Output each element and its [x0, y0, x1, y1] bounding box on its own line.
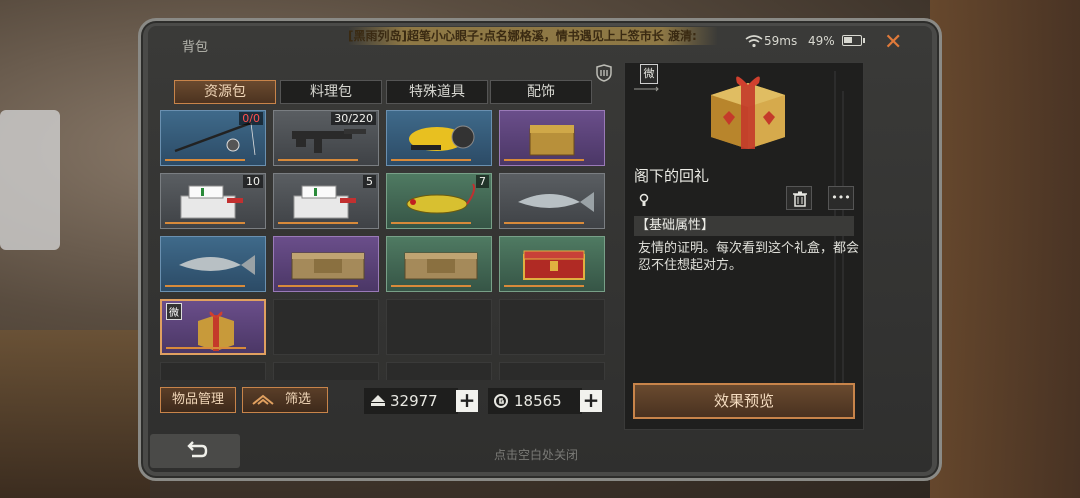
durability-bar	[391, 159, 471, 161]
add-gold-button[interactable]: +	[580, 390, 602, 412]
durability-bar	[165, 222, 245, 224]
inventory-slot-fish[interactable]	[499, 173, 605, 229]
tab-food-pack[interactable]: 料理包	[280, 80, 382, 104]
inventory-slot-empty[interactable]	[499, 299, 605, 355]
durability-bar	[504, 285, 584, 287]
background-shape	[0, 110, 60, 250]
inventory-slot-empty[interactable]	[499, 362, 605, 380]
item-name: 阁下的回礼	[634, 167, 710, 185]
wifi-icon	[745, 35, 763, 48]
inventory-slot-supply-crate[interactable]	[386, 236, 492, 292]
close-hint: 点击空白处关闭	[494, 448, 579, 462]
durability-bar	[504, 159, 584, 161]
supply-crate-icon	[404, 252, 478, 280]
inventory-slot-fishing-rod[interactable]: 0/0	[160, 110, 266, 166]
durability-bar	[278, 222, 358, 224]
bind-status-icon	[639, 193, 649, 206]
ping-text: 59ms	[764, 34, 798, 48]
delete-button[interactable]	[786, 186, 812, 210]
filter-icon	[252, 394, 274, 405]
back-button[interactable]	[150, 434, 240, 468]
inventory-slot-empty[interactable]	[273, 362, 379, 380]
inventory-slot-medical-kit[interactable]: 5	[273, 173, 379, 229]
inventory-slot-underwater-scooter[interactable]	[386, 110, 492, 166]
close-icon[interactable]: ✕	[884, 30, 902, 55]
durability-bar	[391, 222, 471, 224]
durability-bar	[165, 159, 245, 161]
basic-attributes-header: 【基础属性】	[634, 216, 854, 236]
tab-special-items[interactable]: 特殊道具	[386, 80, 488, 104]
inventory-slot-empty[interactable]	[273, 299, 379, 355]
add-coins-button[interactable]: +	[456, 390, 478, 412]
panel-title: 背包	[182, 40, 209, 55]
tab-accessories[interactable]: 配饰	[490, 80, 592, 104]
inventory-slot-fish[interactable]	[160, 236, 266, 292]
fish-icon	[179, 255, 255, 275]
battery-percent: 49%	[808, 34, 835, 48]
inventory-slot-fishing-lure[interactable]: 7	[386, 173, 492, 229]
coin-stack-icon	[371, 395, 385, 406]
underwater-scooter-icon	[409, 125, 475, 151]
fishing-lure-icon	[406, 183, 476, 214]
supply-crate-icon	[291, 252, 365, 280]
trash-icon	[793, 191, 807, 207]
fish-icon	[518, 192, 594, 212]
back-arrow-icon	[187, 441, 208, 458]
marquee-announcement: [黑雨列岛]超笔小心眼子:点名娜格溪，情书遇见上上签市长 渡清:	[348, 27, 718, 45]
gift-box-icon	[711, 76, 785, 149]
item-count: 30/220	[331, 112, 376, 125]
arrow-marker	[634, 86, 659, 92]
durability-bar	[278, 159, 358, 161]
quality-badge: 微	[166, 303, 182, 320]
inventory-slot-empty[interactable]	[160, 362, 266, 380]
inventory-grid: 0/0 30/220 10 5 7 微	[160, 110, 606, 380]
currency-gold: 18565	[488, 388, 582, 414]
background-shape	[930, 0, 1080, 498]
currency-coins: 32977	[364, 388, 458, 414]
gold-coin-icon	[494, 394, 508, 408]
item-count: 5	[363, 175, 376, 188]
inventory-slot-medical-kit[interactable]: 10	[160, 173, 266, 229]
medical-kit-icon	[293, 185, 356, 219]
durability-bar	[391, 285, 471, 287]
filter-label: 筛选	[285, 392, 312, 407]
durability-bar	[504, 222, 584, 224]
battery-fill	[844, 37, 852, 43]
manage-items-button[interactable]: 物品管理	[160, 387, 236, 413]
inventory-slot-empty[interactable]	[386, 299, 492, 355]
shield-icon[interactable]	[596, 64, 612, 82]
tab-resource-pack[interactable]: 资源包	[174, 80, 276, 104]
inventory-slot-treasure-chest[interactable]	[499, 110, 605, 166]
more-options-button[interactable]: •••	[828, 186, 854, 210]
currency-gold-value: 18565	[514, 392, 562, 410]
inventory-slot-rifle[interactable]: 30/220	[273, 110, 379, 166]
inventory-slot-empty[interactable]	[386, 362, 492, 380]
background-shape	[0, 330, 150, 498]
quality-badge: 微	[640, 64, 658, 84]
item-count: 0/0	[239, 112, 263, 125]
gift-box-icon	[198, 311, 234, 351]
item-count: 7	[476, 175, 489, 188]
effect-preview-button[interactable]: 效果预览	[633, 383, 855, 419]
battery-icon	[842, 35, 865, 46]
currency-coins-value: 32977	[390, 392, 438, 410]
item-count: 10	[243, 175, 263, 188]
red-chest-icon	[523, 250, 585, 280]
inventory-slot-supply-crate[interactable]	[273, 236, 379, 292]
durability-bar	[278, 285, 358, 287]
durability-bar	[166, 347, 246, 349]
item-description: 友情的证明。每次看到这个礼盒，都会忍不住想起对方。	[638, 241, 860, 273]
inventory-slot-gift-box[interactable]: 微	[160, 299, 266, 355]
filter-button[interactable]: 筛选	[242, 387, 328, 413]
durability-bar	[165, 285, 245, 287]
treasure-chest-icon	[529, 125, 575, 156]
inventory-slot-red-chest[interactable]	[499, 236, 605, 292]
